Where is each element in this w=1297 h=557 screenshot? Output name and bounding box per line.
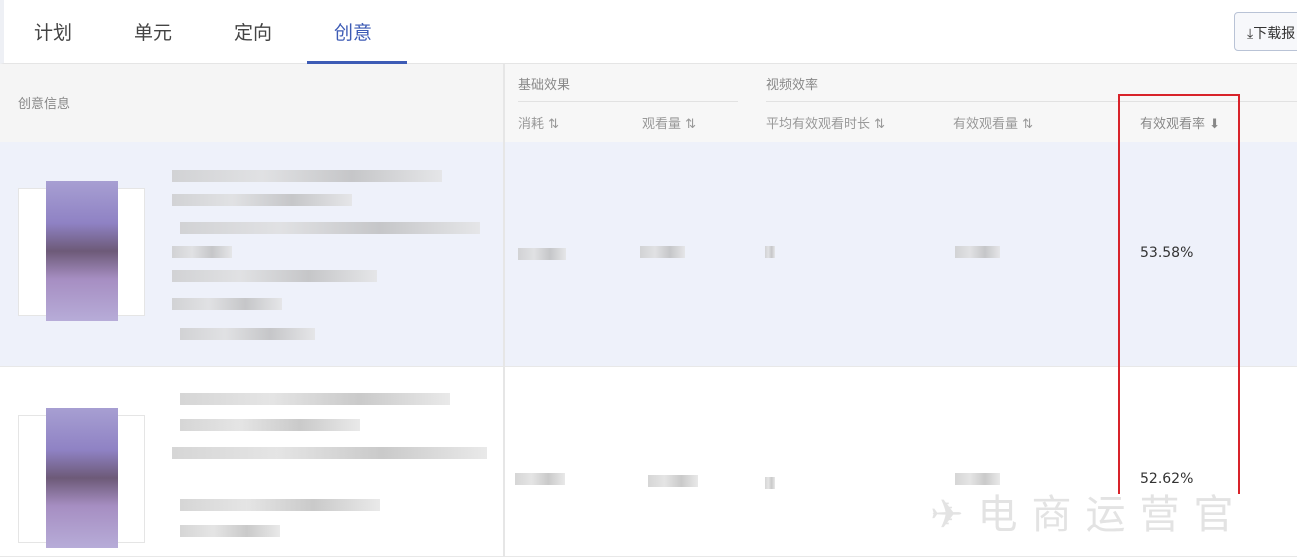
group-basic: 基础效果 xyxy=(518,78,571,93)
creative-info-label: 创意信息 xyxy=(18,97,71,112)
sort-icon: ⇅ xyxy=(685,117,697,132)
tab-bar: 计划 单元 定向 创意 ⤓下载报 xyxy=(0,0,1297,64)
watermark: ✈电商运营官 xyxy=(930,492,1248,538)
download-report-button[interactable]: ⤓下载报 xyxy=(1234,12,1297,51)
creative-thumbnail[interactable] xyxy=(18,181,145,321)
col-effective-views[interactable]: 有效观看量 ⇅ xyxy=(953,113,1033,132)
highlight-box xyxy=(1118,94,1240,494)
sort-icon: ⇅ xyxy=(874,117,886,132)
sort-icon: ⇅ xyxy=(548,117,560,132)
tab-unit[interactable]: 单元 xyxy=(134,18,172,45)
sort-icon: ⇅ xyxy=(1022,117,1034,132)
col-cost[interactable]: 消耗 ⇅ xyxy=(518,113,559,132)
creative-info-header: 创意信息 xyxy=(0,64,503,142)
blurred-text xyxy=(172,170,442,182)
group-divider xyxy=(518,101,738,102)
tab-creative[interactable]: 创意 xyxy=(334,18,372,45)
tab-plan[interactable]: 计划 xyxy=(34,18,72,45)
tab-targeting[interactable]: 定向 xyxy=(234,18,272,45)
col-avg-duration[interactable]: 平均有效观看时长 ⇅ xyxy=(766,113,885,132)
creative-thumbnail[interactable] xyxy=(18,408,145,548)
col-views[interactable]: 观看量 ⇅ xyxy=(642,113,696,132)
column-divider xyxy=(503,64,505,557)
table-row[interactable]: 53.58% xyxy=(0,142,1297,367)
group-video: 视频效率 xyxy=(766,78,819,93)
